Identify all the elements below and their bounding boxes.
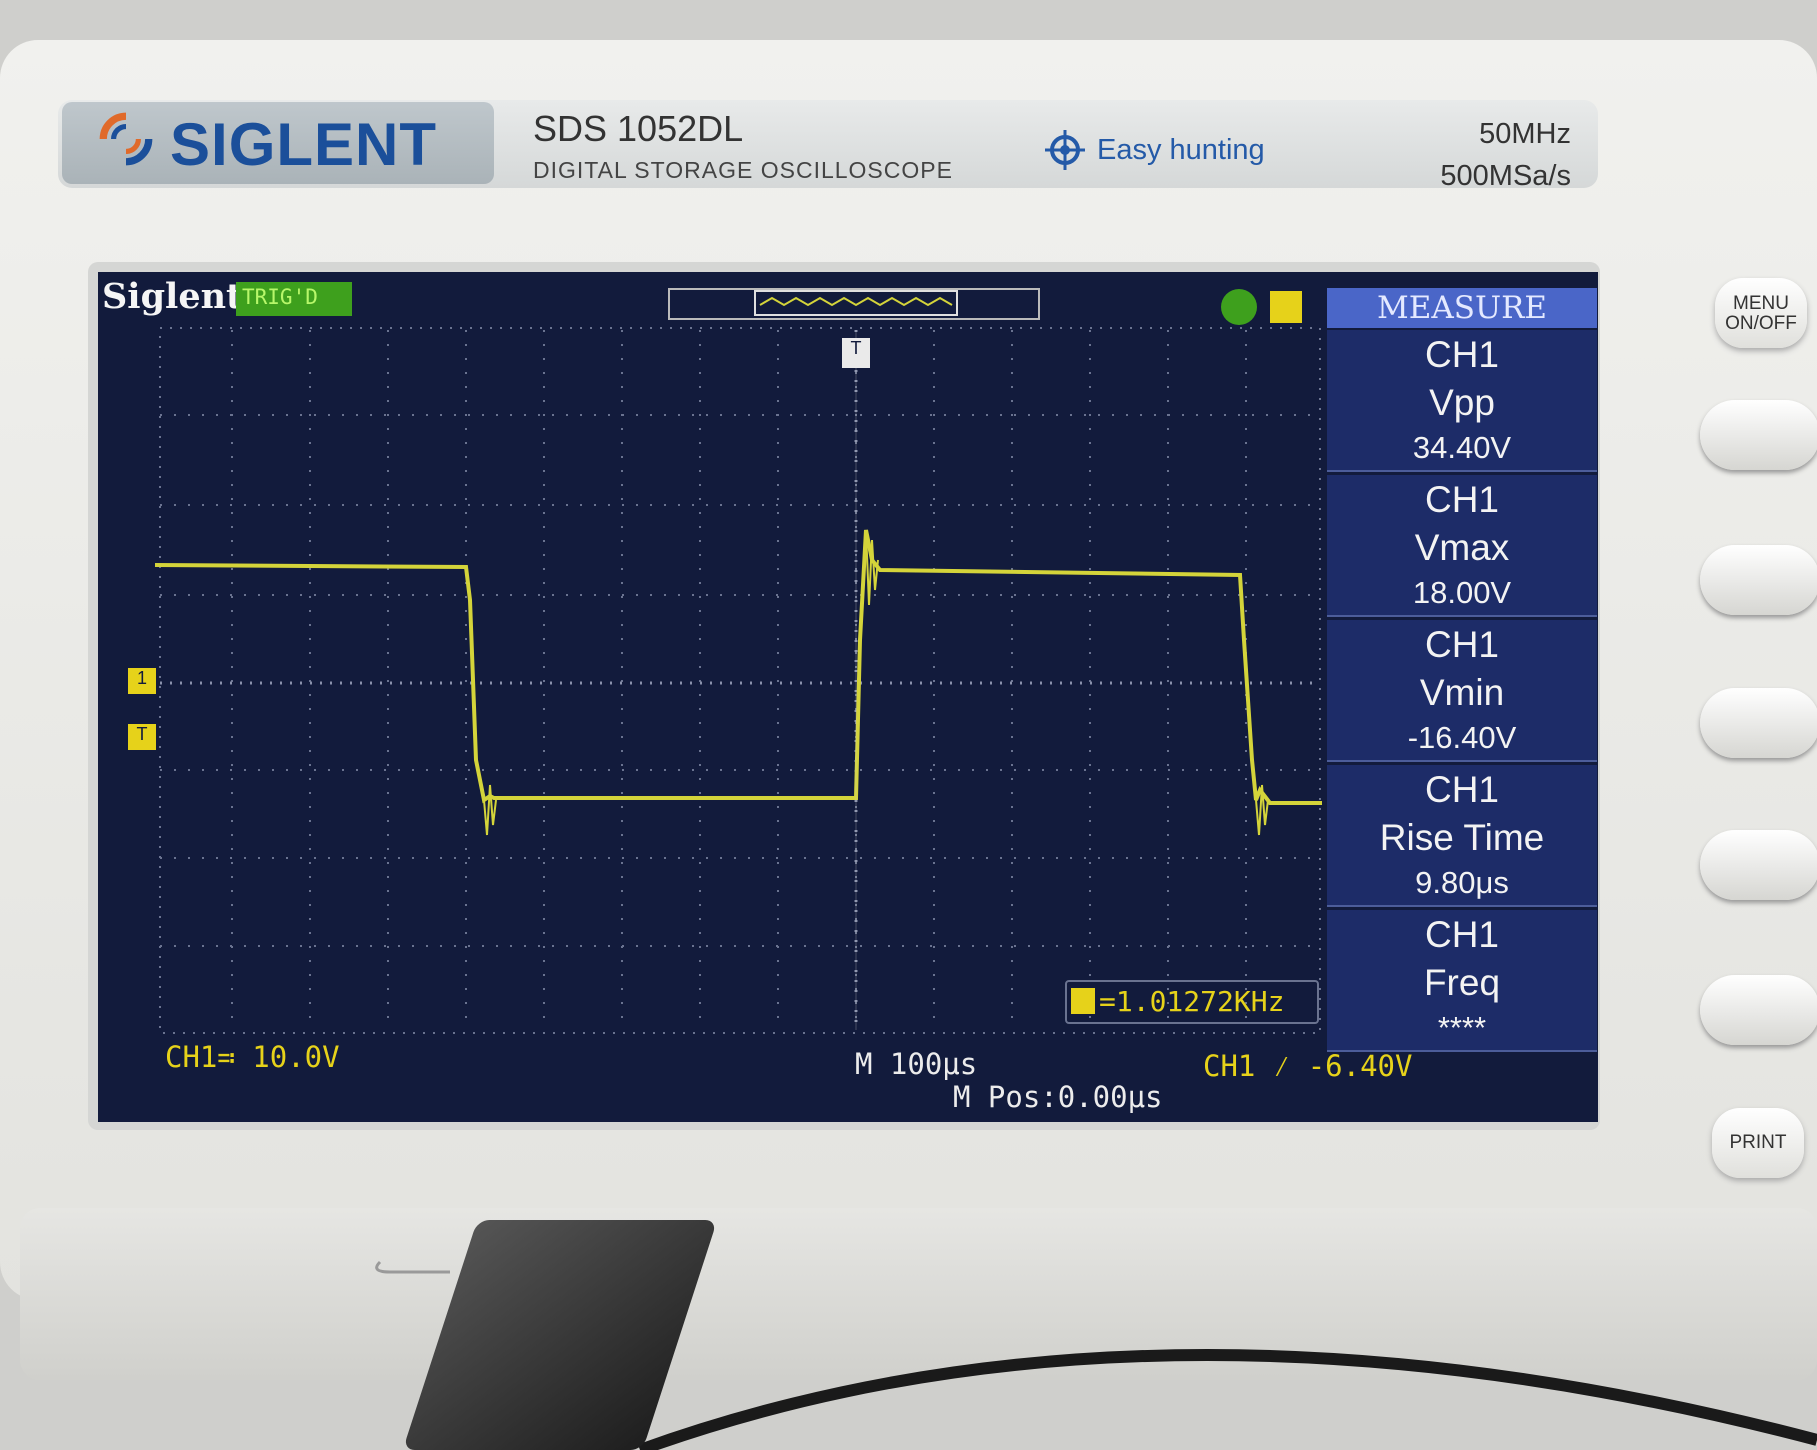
usb-cable <box>375 1260 1817 1450</box>
usb-symbol-icon <box>375 1260 450 1274</box>
